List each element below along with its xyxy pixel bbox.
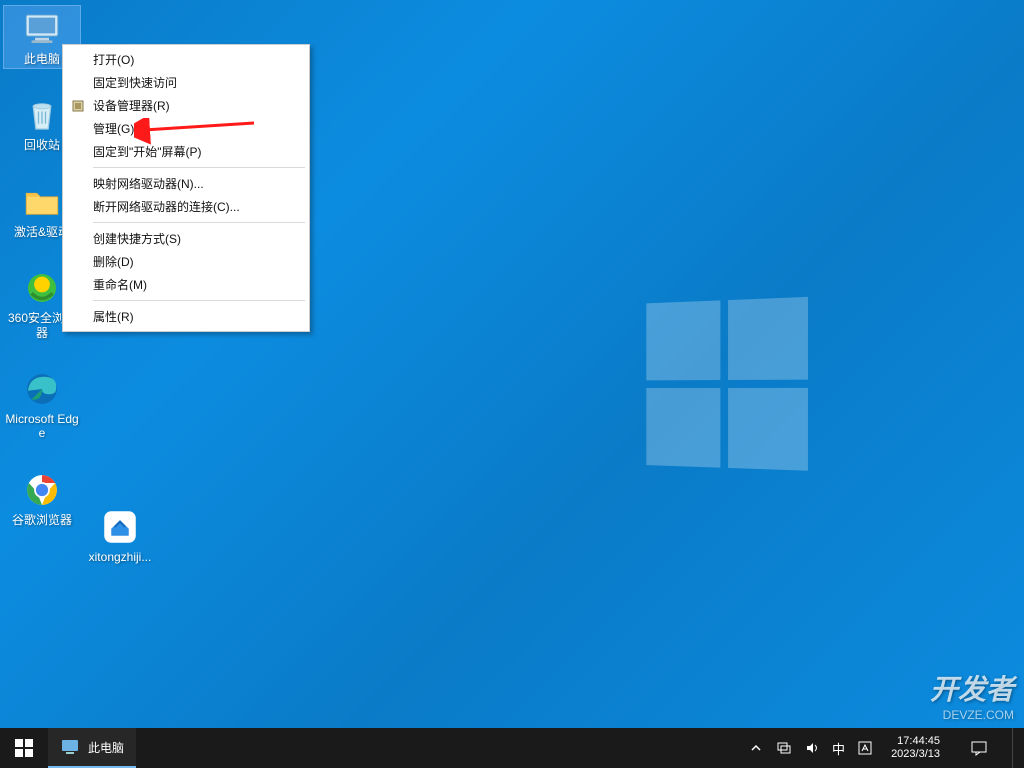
tray-volume-icon[interactable] bbox=[804, 740, 820, 756]
computer-icon bbox=[21, 8, 63, 50]
folder-icon bbox=[21, 181, 63, 223]
menu-item-open[interactable]: 打开(O) bbox=[65, 48, 307, 71]
desktop-icon-chrome[interactable]: 谷歌浏览器 bbox=[4, 467, 80, 529]
menu-item-properties[interactable]: 属性(R) bbox=[65, 305, 307, 328]
system-tray: 中 17:44:45 2023/3/13 bbox=[742, 728, 1024, 768]
desktop-icon-edge[interactable]: Microsoft Edge bbox=[4, 366, 80, 443]
desktop-icon-xitongzhiji[interactable]: xitongzhiji... bbox=[82, 504, 158, 566]
menu-item-delete[interactable]: 删除(D) bbox=[65, 250, 307, 273]
tray-network-icon[interactable] bbox=[776, 740, 792, 756]
menu-item-pin-quick[interactable]: 固定到快速访问 bbox=[65, 71, 307, 94]
menu-item-pin-start[interactable]: 固定到"开始"屏幕(P) bbox=[65, 140, 307, 163]
tray-chevron-up-icon[interactable] bbox=[748, 740, 764, 756]
menu-item-rename[interactable]: 重命名(M) bbox=[65, 273, 307, 296]
context-menu: 打开(O) 固定到快速访问 设备管理器(R) 管理(G) 固定到"开始"屏幕(P… bbox=[62, 44, 310, 332]
360-icon bbox=[21, 267, 63, 309]
menu-item-manage[interactable]: 管理(G) bbox=[65, 117, 307, 140]
tray-date: 2023/3/13 bbox=[891, 748, 940, 761]
menu-item-disconnect-drive[interactable]: 断开网络驱动器的连接(C)... bbox=[65, 195, 307, 218]
chip-icon bbox=[69, 97, 87, 115]
start-button[interactable] bbox=[0, 728, 48, 768]
app-icon bbox=[99, 506, 141, 548]
menu-item-map-drive[interactable]: 映射网络驱动器(N)... bbox=[65, 172, 307, 195]
recycle-bin-icon bbox=[21, 94, 63, 136]
tray-time: 17:44:45 bbox=[891, 735, 940, 748]
desktop-icon-label: xitongzhiji... bbox=[89, 550, 152, 564]
desktop-icon-label: 谷歌浏览器 bbox=[12, 513, 72, 527]
edge-icon bbox=[21, 368, 63, 410]
task-label: 此电脑 bbox=[88, 739, 124, 756]
menu-separator bbox=[93, 300, 305, 301]
desktop-icon-label: 回收站 bbox=[24, 138, 60, 152]
tray-ime-indicator[interactable]: 中 bbox=[832, 740, 845, 756]
windows-start-icon bbox=[15, 739, 33, 757]
desktop-icon-label: 此电脑 bbox=[24, 52, 60, 66]
show-desktop-button[interactable] bbox=[1012, 728, 1018, 768]
desktop-icon-label: Microsoft Edge bbox=[5, 412, 79, 441]
taskbar-task-this-pc[interactable]: 此电脑 bbox=[48, 728, 136, 768]
tray-notifications[interactable] bbox=[958, 728, 1000, 768]
computer-icon bbox=[60, 737, 80, 757]
chrome-icon bbox=[21, 469, 63, 511]
menu-separator bbox=[93, 167, 305, 168]
menu-item-create-shortcut[interactable]: 创建快捷方式(S) bbox=[65, 227, 307, 250]
menu-item-device-manager[interactable]: 设备管理器(R) bbox=[65, 94, 307, 117]
menu-separator bbox=[93, 222, 305, 223]
taskbar: 此电脑 中 17:44:45 2023/3/13 bbox=[0, 728, 1024, 768]
tray-ime-mode-icon[interactable] bbox=[857, 740, 873, 756]
tray-clock[interactable]: 17:44:45 2023/3/13 bbox=[885, 735, 946, 761]
desktop[interactable]: 此电脑 回收站 激活&驱动 360安全浏览器 M bbox=[0, 0, 1024, 728]
